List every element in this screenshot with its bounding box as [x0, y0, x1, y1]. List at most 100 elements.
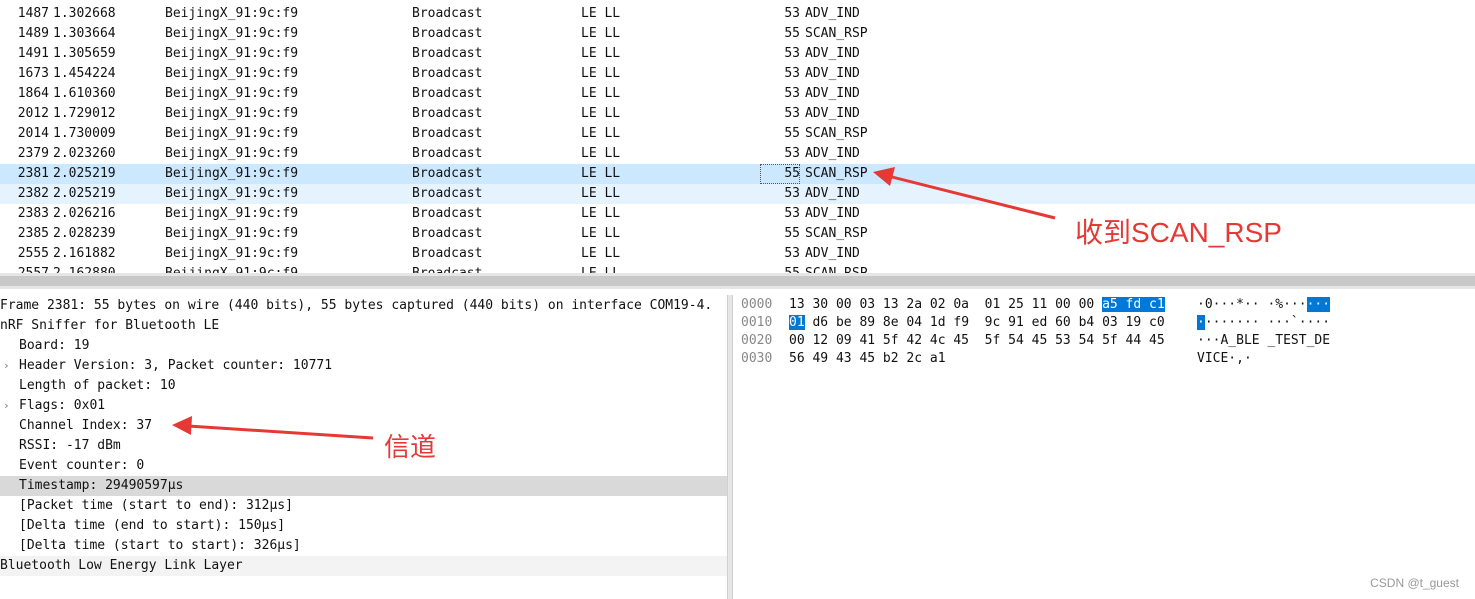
packet-info: ADV_IND: [805, 46, 860, 61]
packet-protocol: LE LL: [581, 146, 621, 161]
detail-tree-item[interactable]: Channel Index: 37: [0, 416, 727, 436]
packet-row[interactable]: 1491 1.305659 BeijingX_91:9c:f9 Broadcast LE…: [0, 44, 1475, 64]
packet-source: BeijingX_91:9c:f9: [165, 106, 299, 121]
packet-length: 53: [784, 6, 800, 21]
detail-tree-item[interactable]: [Delta time (end to start): 150μs]: [0, 516, 727, 536]
ascii-bytes[interactable]: VICE·,·: [1197, 350, 1252, 368]
packet-destination: Broadcast: [412, 206, 483, 221]
packet-destination: Broadcast: [412, 186, 483, 201]
hex-text: d6 be 89 8e 04 1d f9 9c 91 ed 60 b4 03 1…: [804, 315, 1165, 330]
packet-details-tree[interactable]: Frame 2381: 55 bytes on wire (440 bits),…: [0, 295, 727, 599]
ascii-bytes[interactable]: ·0···*·· ·%······: [1197, 296, 1331, 314]
packet-length: 53: [784, 86, 800, 101]
packet-protocol: LE LL: [581, 86, 621, 101]
packet-source: BeijingX_91:9c:f9: [165, 66, 299, 81]
bytes-row[interactable]: 0020 00 12 09 41 5f 42 4c 45 5f 54 45 53 …: [733, 332, 1475, 350]
packet-source: BeijingX_91:9c:f9: [165, 146, 299, 161]
byte-offset: 0010: [741, 315, 773, 330]
packet-info: SCAN_RSP: [805, 166, 868, 181]
packet-info: ADV_IND: [805, 146, 860, 161]
bytes-row[interactable]: 0000 13 30 00 03 13 2a 02 0a 01 25 11 00 …: [733, 296, 1475, 314]
hex-text: 13 30 00 03 13 2a 02 0a 01 25 11 00 00: [789, 297, 1103, 312]
packet-source: BeijingX_91:9c:f9: [165, 6, 299, 21]
detail-tree-item[interactable]: Frame 2381: 55 bytes on wire (440 bits),…: [0, 296, 727, 316]
chevron-right-icon[interactable]: ›: [3, 396, 10, 416]
detail-tree-label: Flags: 0x01: [19, 398, 106, 413]
channel-annotation: 信道: [384, 432, 437, 462]
packet-time: 1.729012: [53, 106, 116, 121]
packet-info: SCAN_RSP: [805, 26, 868, 41]
packet-number: 2383: [17, 206, 49, 221]
packet-number: 1487: [17, 6, 49, 21]
packet-number: 1864: [17, 86, 49, 101]
hex-bytes[interactable]: 01 d6 be 89 8e 04 1d f9 9c 91 ed 60 b4 0…: [789, 314, 1165, 332]
packet-row[interactable]: 2012 1.729012 BeijingX_91:9c:f9 Broadcast LE…: [0, 104, 1475, 124]
bytes-row[interactable]: 0030 56 49 43 45 b2 2c a1 VICE·,·: [733, 350, 1475, 368]
byte-offset: 0030: [741, 351, 773, 366]
detail-tree-item[interactable]: [Delta time (start to start): 326μs]: [0, 536, 727, 556]
watermark: CSDN @t_guest: [1370, 576, 1459, 590]
detail-tree-label: RSSI: -17 dBm: [19, 438, 121, 453]
packet-row[interactable]: 2014 1.730009 BeijingX_91:9c:f9 Broadcast LE…: [0, 124, 1475, 144]
detail-tree-item[interactable]: Bluetooth Low Energy Link Layer: [0, 556, 727, 576]
packet-time: 2.025219: [53, 186, 116, 201]
horizontal-splitter[interactable]: [0, 273, 1475, 289]
packet-number: 2555: [17, 246, 49, 261]
packet-time: 1.305659: [53, 46, 116, 61]
packet-number: 2012: [17, 106, 49, 121]
ascii-text: ·0···*·· ·%···: [1197, 297, 1307, 312]
packet-destination: Broadcast: [412, 46, 483, 61]
packet-protocol: LE LL: [581, 264, 620, 273]
packet-row[interactable]: 2382 2.025219 BeijingX_91:9c:f9 Broadcast LE…: [0, 184, 1475, 204]
detail-tree-item[interactable]: [Packet time (start to end): 312μs]: [0, 496, 727, 516]
detail-tree-item[interactable]: RSSI: -17 dBm: [0, 436, 727, 456]
packet-row[interactable]: 1673 1.454224 BeijingX_91:9c:f9 Broadcast LE…: [0, 64, 1475, 84]
bytes-row[interactable]: 0010 01 d6 be 89 8e 04 1d f9 9c 91 ed 60 …: [733, 314, 1475, 332]
detail-tree-label: Frame 2381: 55 bytes on wire (440 bits),…: [0, 298, 713, 313]
packet-destination: Broadcast: [412, 86, 483, 101]
detail-tree-label: Timestamp: 29490597μs: [19, 478, 184, 493]
detail-tree-item[interactable]: Timestamp: 29490597μs: [0, 476, 727, 496]
hex-bytes[interactable]: 56 49 43 45 b2 2c a1: [789, 350, 946, 368]
packet-length: 55: [784, 126, 800, 141]
packet-time: 1.610360: [53, 86, 116, 101]
horizontal-scrollbar[interactable]: [0, 276, 1475, 286]
packet-protocol: LE LL: [581, 46, 621, 61]
hex-bytes[interactable]: 00 12 09 41 5f 42 4c 45 5f 54 45 53 54 5…: [789, 332, 1165, 350]
detail-tree-label: Channel Index: 37: [19, 418, 153, 433]
packet-number: 2014: [17, 126, 49, 141]
packet-number: 2381: [17, 166, 49, 181]
detail-tree-label: Length of packet: 10: [19, 378, 176, 393]
packet-destination: Broadcast: [412, 126, 483, 141]
detail-tree-label: Bluetooth Low Energy Link Layer: [0, 558, 243, 573]
detail-tree-item[interactable]: › Header Version: 3, Packet counter: 1077…: [0, 356, 727, 376]
detail-tree-item[interactable]: Board: 19: [0, 336, 727, 356]
chevron-right-icon[interactable]: ›: [3, 356, 10, 376]
packet-number: 2557: [0, 264, 49, 273]
packet-bytes-pane[interactable]: 0000 13 30 00 03 13 2a 02 0a 01 25 11 00 …: [733, 295, 1475, 599]
packet-row[interactable]: 2381 2.025219 BeijingX_91:9c:f9 Broadcast LE…: [0, 164, 1475, 184]
packet-row[interactable]: 1864 1.610360 BeijingX_91:9c:f9 Broadcast LE…: [0, 84, 1475, 104]
packet-row[interactable]: 1489 1.303664 BeijingX_91:9c:f9 Broadcast LE…: [0, 24, 1475, 44]
packet-row[interactable]: 2557 2.162880 BeijingX_91:9c:f9 Broadcast LE…: [0, 264, 1475, 273]
detail-tree-label: Event counter: 0: [19, 458, 145, 473]
detail-tree-item[interactable]: › Flags: 0x01: [0, 396, 727, 416]
packet-protocol: LE LL: [581, 106, 621, 121]
packet-row[interactable]: 2379 2.023260 BeijingX_91:9c:f9 Broadcast LE…: [0, 144, 1475, 164]
packet-row[interactable]: 1487 1.302668 BeijingX_91:9c:f9 Broadcast LE…: [0, 4, 1475, 24]
ascii-bytes[interactable]: ········ ···`····: [1197, 314, 1330, 332]
detail-tree-label: Header Version: 3, Packet counter: 10771: [19, 358, 333, 373]
packet-length: 53: [784, 146, 800, 161]
ascii-bytes[interactable]: ···A_BLE _TEST_DE: [1197, 332, 1330, 350]
packet-info: ADV_IND: [805, 246, 860, 261]
detail-tree-label: [Delta time (end to start): 150μs]: [19, 518, 286, 533]
byte-offset: 0000: [741, 297, 773, 312]
detail-tree-item[interactable]: Event counter: 0: [0, 456, 727, 476]
hex-bytes[interactable]: 13 30 00 03 13 2a 02 0a 01 25 11 00 00 a…: [789, 296, 1165, 314]
hex-text: 56 49 43 45 b2 2c a1: [789, 351, 946, 366]
detail-tree-item[interactable]: Length of packet: 10: [0, 376, 727, 396]
detail-tree-item[interactable]: nRF Sniffer for Bluetooth LE: [0, 316, 727, 336]
packet-protocol: LE LL: [581, 186, 621, 201]
packet-protocol: LE LL: [581, 246, 621, 261]
packet-length: 55: [784, 226, 800, 241]
